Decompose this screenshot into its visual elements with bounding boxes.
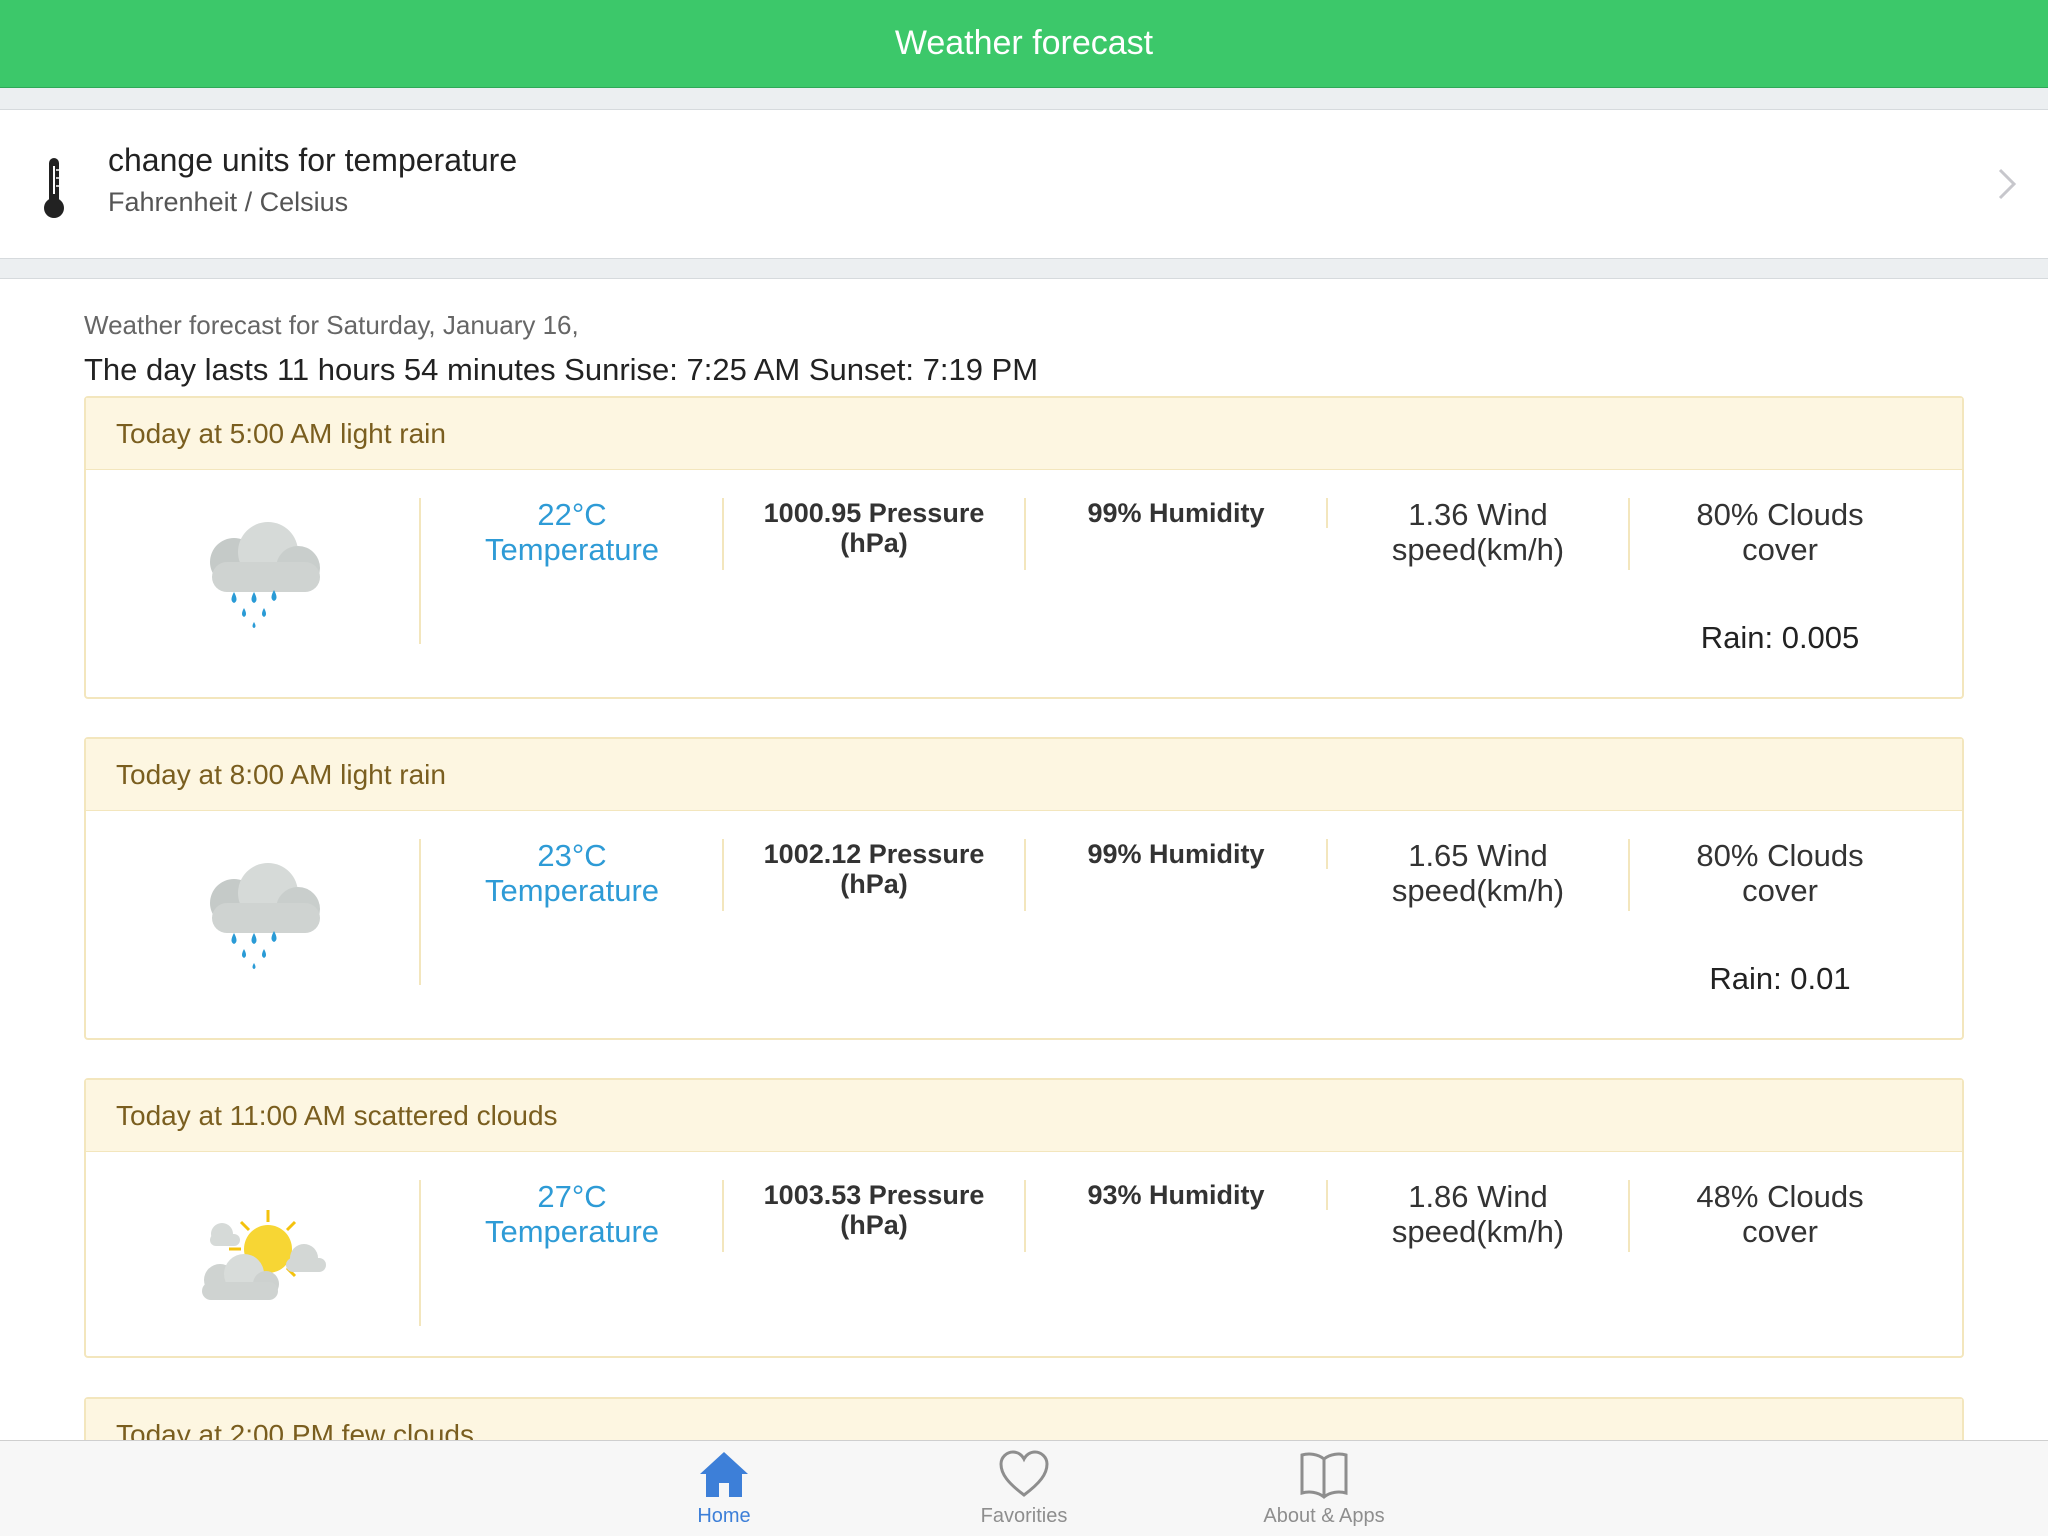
humidity-value: 93% Humidity	[1087, 1180, 1265, 1210]
wind-value: 1.36 Wind speed(km/h)	[1391, 497, 1565, 567]
pressure-value: 1002.12 Pressure (hPa)	[763, 839, 985, 900]
day-length-info: The day lasts 11 hours 54 minutes Sunris…	[84, 352, 1039, 387]
rain-value: Rain: 0.005	[1700, 620, 1860, 655]
nav-bar: Weather forecast	[0, 0, 2048, 88]
temperature-value: 23°C Temperature	[484, 838, 660, 908]
forecast-scroll-area[interactable]: Weather forecast for Saturday, January 1…	[0, 280, 2048, 1440]
pressure-value: 1003.53 Pressure (hPa)	[763, 1180, 985, 1241]
book-icon	[1300, 1452, 1348, 1499]
tab-bar: Home Favorities About & Apps	[0, 1440, 2048, 1536]
clouds-value: 80% Clouds cover	[1696, 838, 1864, 908]
tab-label: About & Apps	[1263, 1505, 1385, 1527]
forecast-card-title: Today at 2:00 PM few clouds	[86, 1399, 1962, 1440]
units-title: change units for temperature	[108, 142, 518, 178]
tab-favorites[interactable]: Favorities	[924, 1441, 1124, 1536]
wind-value: 1.65 Wind speed(km/h)	[1391, 838, 1565, 908]
forecast-card: Today at 2:00 PM few clouds	[84, 1397, 1964, 1440]
forecast-card: Today at 8:00 AM light rain 23°C Temperat…	[84, 737, 1964, 1040]
temperature-value: 27°C Temperature	[484, 1179, 660, 1249]
sun-cloud-icon	[202, 1210, 326, 1300]
clouds-value: 80% Clouds cover	[1696, 497, 1864, 567]
section-divider	[0, 258, 2048, 279]
thermometer-icon	[44, 158, 64, 218]
humidity-value: 99% Humidity	[1087, 839, 1265, 869]
units-subtitle: Fahrenheit / Celsius	[108, 187, 349, 217]
wind-value: 1.86 Wind speed(km/h)	[1391, 1179, 1565, 1249]
units-setting-row[interactable]: change units for temperature Fahrenheit …	[0, 110, 2048, 258]
page-title: Weather forecast	[894, 24, 1154, 62]
forecast-card: Today at 11:00 AM scattered clouds 27°C …	[84, 1078, 1964, 1358]
rain-cloud-icon	[210, 522, 320, 628]
clouds-value: 48% Clouds cover	[1696, 1179, 1864, 1249]
forecast-card-title: Today at 11:00 AM scattered clouds	[86, 1080, 1962, 1152]
heart-icon	[999, 1450, 1049, 1497]
tab-label: Home	[697, 1505, 751, 1527]
forecast-card-title: Today at 8:00 AM light rain	[86, 739, 1962, 811]
section-divider	[0, 88, 2048, 110]
forecast-card-title: Today at 5:00 AM light rain	[86, 398, 1962, 470]
tab-about-apps[interactable]: About & Apps	[1224, 1441, 1424, 1536]
rain-cloud-icon	[210, 863, 320, 969]
forecast-card: Today at 5:00 AM light rain 22°C Temperat…	[84, 396, 1964, 699]
tab-home[interactable]: Home	[624, 1441, 824, 1536]
temperature-value: 22°C Temperature	[484, 497, 660, 567]
home-icon	[700, 1452, 748, 1497]
tab-label: Favorities	[980, 1505, 1068, 1527]
humidity-value: 99% Humidity	[1087, 498, 1265, 528]
chevron-right-icon	[1998, 168, 2017, 200]
forecast-date-line: Weather forecast for Saturday, January 1…	[84, 310, 579, 340]
rain-value: Rain: 0.01	[1709, 961, 1851, 996]
pressure-value: 1000.95 Pressure (hPa)	[763, 498, 985, 559]
